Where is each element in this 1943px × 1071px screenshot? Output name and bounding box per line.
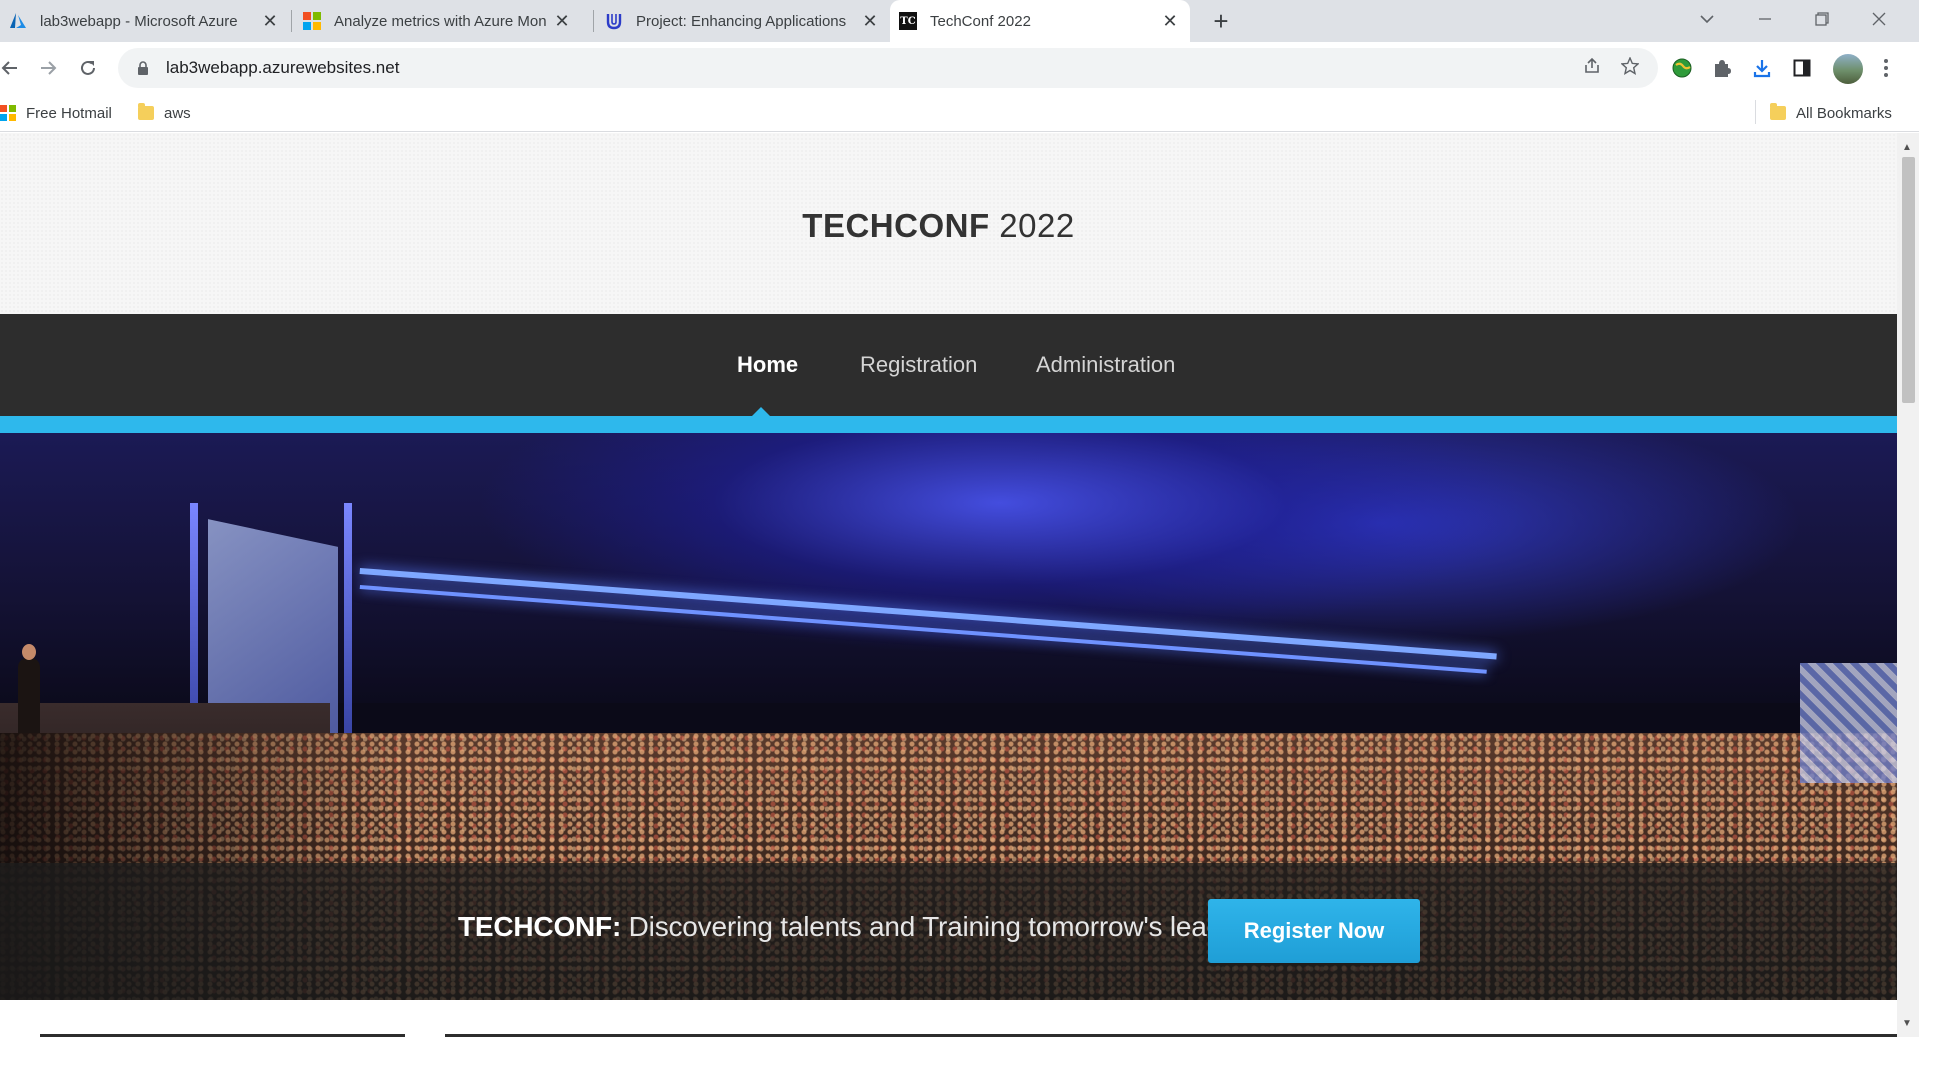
tab-techconf[interactable]: TC TechConf 2022 ✕ xyxy=(890,0,1190,42)
profile-avatar[interactable] xyxy=(1833,54,1863,84)
tab-title: lab3webapp - Microsoft Azure xyxy=(40,12,238,30)
hero-banner: TECHCONF: Discovering talents and Traini… xyxy=(0,433,1897,1000)
techconf-icon: TC xyxy=(898,11,918,31)
new-tab-button[interactable]: + xyxy=(1206,6,1236,36)
all-bookmarks-label: All Bookmarks xyxy=(1796,104,1892,122)
page-viewport: TECHCONF 2022 Home Registration Administ… xyxy=(0,133,1897,1037)
tab-udacity-project[interactable]: Project: Enhancing Applications ✕ xyxy=(596,0,890,42)
microsoft-icon xyxy=(0,105,16,121)
restore-icon[interactable] xyxy=(1805,4,1839,34)
extensions-puzzle-icon[interactable] xyxy=(1708,54,1736,82)
bookmark-star-icon[interactable] xyxy=(1614,50,1646,82)
forward-icon[interactable] xyxy=(30,50,66,86)
tab-search-icon[interactable] xyxy=(1690,4,1724,34)
browser-toolbar: lab3webapp.azurewebsites.net xyxy=(0,42,1943,94)
site-logo[interactable]: TECHCONF 2022 xyxy=(0,207,1877,245)
hero-image-side-panel xyxy=(1800,663,1897,783)
bookmarks-bar: Free Hotmail aws All Bookmarks xyxy=(0,94,1943,132)
tab-title: Project: Enhancing Applications xyxy=(636,12,847,30)
tab-divider xyxy=(593,10,594,32)
tab-azure-monitor[interactable]: Analyze metrics with Azure Mon ✕ xyxy=(294,0,582,42)
site-nav: Home Registration Administration xyxy=(0,314,1897,416)
close-icon[interactable]: ✕ xyxy=(858,9,882,33)
nav-home[interactable]: Home xyxy=(737,352,798,378)
browser-tab-strip: lab3webapp - Microsoft Azure ✕ Analyze m… xyxy=(0,0,1943,42)
address-bar[interactable]: lab3webapp.azurewebsites.net xyxy=(118,48,1658,88)
hero-image-pillar xyxy=(344,503,352,763)
tagline-text: Discovering talents and Training tomorro… xyxy=(621,911,1261,942)
azure-icon xyxy=(8,11,28,31)
window-close-icon[interactable] xyxy=(1862,4,1896,34)
tab-azure[interactable]: lab3webapp - Microsoft Azure ✕ xyxy=(0,0,290,42)
side-panel-icon[interactable] xyxy=(1788,54,1816,82)
nav-administration[interactable]: Administration xyxy=(1036,352,1175,378)
hero-image-speaker xyxy=(18,644,40,738)
logo-year: 2022 xyxy=(989,207,1075,244)
folder-icon xyxy=(138,103,154,121)
close-icon[interactable]: ✕ xyxy=(550,9,574,33)
tab-title: Analyze metrics with Azure Mon xyxy=(334,12,547,30)
hero-tagline: TECHCONF: Discovering talents and Traini… xyxy=(458,911,1261,943)
site-header: TECHCONF 2022 xyxy=(0,133,1897,314)
register-now-button[interactable]: Register Now xyxy=(1208,899,1420,963)
extension-globe-icon[interactable] xyxy=(1668,54,1696,82)
tab-title: TechConf 2022 xyxy=(930,12,1031,30)
close-icon[interactable]: ✕ xyxy=(1158,9,1182,33)
bookmark-label: Free Hotmail xyxy=(26,104,112,122)
minimize-icon[interactable] xyxy=(1748,4,1782,34)
share-icon[interactable] xyxy=(1576,50,1608,82)
download-icon[interactable] xyxy=(1748,54,1776,82)
scrollbar-thumb[interactable] xyxy=(1902,157,1915,403)
window-margin xyxy=(1919,0,1943,1071)
microsoft-icon xyxy=(302,11,322,31)
accent-bar xyxy=(0,416,1897,433)
logo-bold: TECHCONF xyxy=(802,207,990,244)
reload-icon[interactable] xyxy=(70,50,106,86)
menu-kebab-icon[interactable] xyxy=(1872,54,1900,82)
lock-icon xyxy=(134,59,152,77)
tagline-brand: TECHCONF: xyxy=(458,911,622,942)
bookmarks-divider xyxy=(1755,100,1756,124)
close-icon[interactable]: ✕ xyxy=(258,9,282,33)
nav-registration[interactable]: Registration xyxy=(860,352,977,378)
all-bookmarks-button[interactable]: All Bookmarks xyxy=(1770,102,1892,124)
window-margin xyxy=(0,1037,1943,1071)
back-icon[interactable] xyxy=(0,50,28,86)
scroll-up-arrow-icon[interactable]: ▲ xyxy=(1902,142,1912,153)
bookmark-label: aws xyxy=(164,104,191,122)
content-area xyxy=(0,1000,1897,1037)
folder-icon xyxy=(1770,103,1786,121)
bookmark-free-hotmail[interactable]: Free Hotmail xyxy=(0,102,112,124)
tab-divider xyxy=(291,10,292,32)
url-text[interactable]: lab3webapp.azurewebsites.net xyxy=(166,58,399,78)
udacity-icon xyxy=(604,11,624,31)
bookmark-folder-aws[interactable]: aws xyxy=(138,102,191,124)
scroll-down-arrow-icon[interactable]: ▼ xyxy=(1902,1018,1912,1029)
